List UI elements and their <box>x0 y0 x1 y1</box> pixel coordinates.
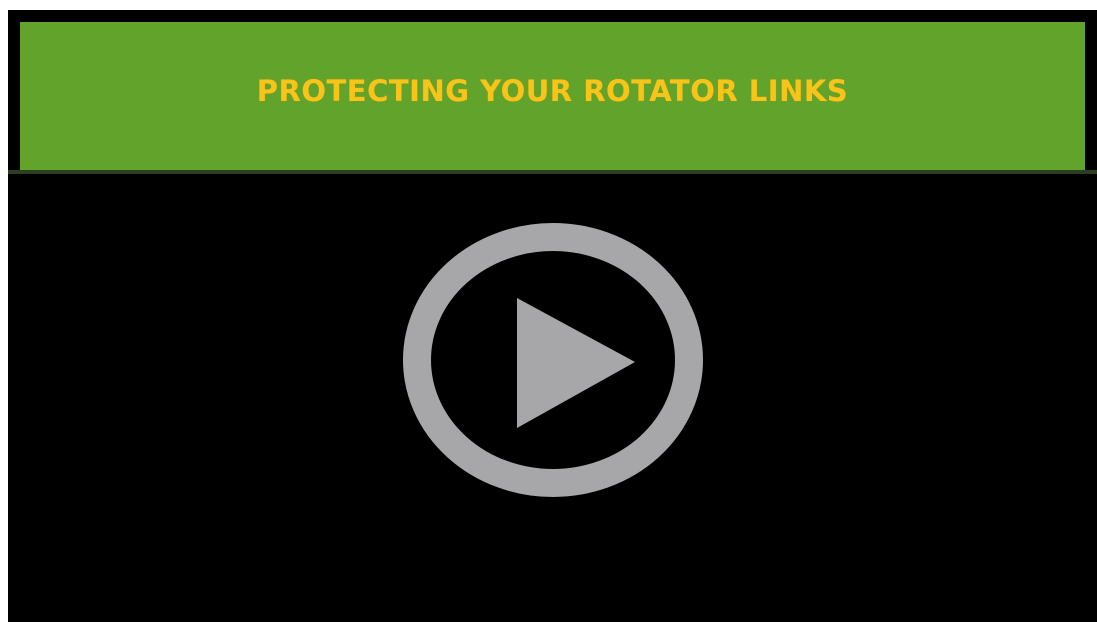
play-button[interactable] <box>403 222 703 498</box>
title-banner-background: PROTECTING YOUR ROTATOR LINKS <box>20 22 1085 174</box>
title-banner: PROTECTING YOUR ROTATOR LINKS <box>8 10 1097 176</box>
video-title: PROTECTING YOUR ROTATOR LINKS <box>256 74 849 108</box>
banner-divider <box>8 170 1097 174</box>
play-circle-icon <box>403 223 703 497</box>
video-player[interactable]: PROTECTING YOUR ROTATOR LINKS <box>8 10 1097 622</box>
